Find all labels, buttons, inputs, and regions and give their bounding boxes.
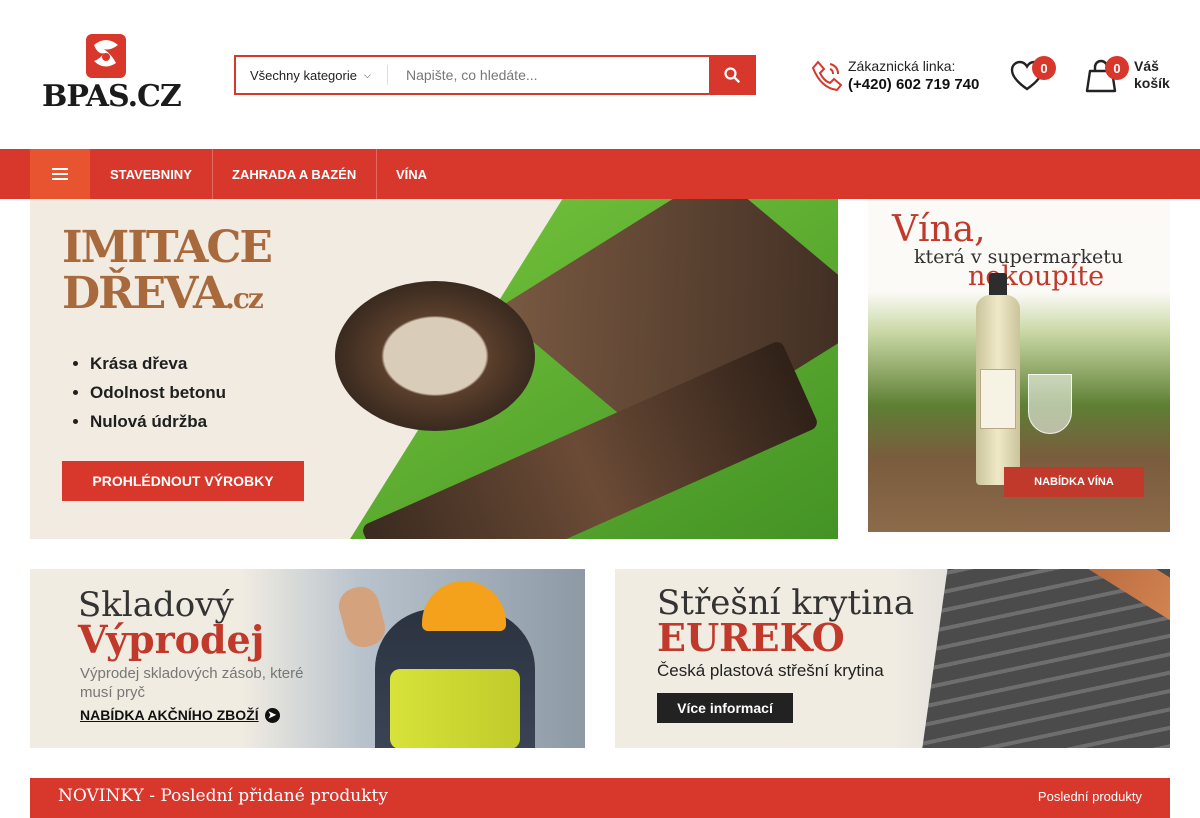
nav-item-stavebniny[interactable]: STAVEBNINY bbox=[110, 149, 192, 199]
hero-logo-line1: IMITACE bbox=[62, 222, 273, 273]
cart-button[interactable]: 0 bbox=[1083, 56, 1129, 94]
more-info-button[interactable]: Více informací bbox=[657, 693, 793, 723]
roof-description: Česká plastová střešní krytina bbox=[657, 661, 884, 680]
hero-wood-ring-image bbox=[335, 281, 535, 431]
sale-description: Výprodej skladových zásob, které musí pr… bbox=[80, 665, 304, 701]
nav-divider bbox=[212, 149, 213, 199]
search-icon bbox=[723, 67, 740, 83]
logo-text: BPAS.CZ bbox=[42, 79, 182, 114]
site-header: BPAS.CZ Všechny kategorie ⌵ Zákaznická l… bbox=[0, 0, 1200, 149]
cart-count-badge: 0 bbox=[1105, 56, 1129, 80]
wine-banner[interactable]: Vína, která v supermarketu nekoupíte NAB… bbox=[868, 199, 1170, 532]
logo-emblem-icon bbox=[86, 34, 126, 78]
hero-feature-item: Nulová údržba bbox=[90, 407, 226, 436]
sale-title-line2: Výprodej bbox=[78, 617, 265, 662]
hero-feature-list: Krása dřeva Odolnost betonu Nulová údržb… bbox=[90, 349, 226, 436]
phone-icon bbox=[811, 60, 843, 92]
worker-vest-image bbox=[390, 669, 520, 748]
wine-title-line1: Vína, bbox=[892, 209, 986, 250]
roofing-promo-banner[interactable]: Střešní krytina EUREKO Česká plastová st… bbox=[615, 569, 1170, 748]
site-logo[interactable]: BPAS.CZ bbox=[42, 33, 182, 115]
wishlist-count-badge: 0 bbox=[1032, 56, 1056, 80]
chevron-down-icon: ⌵ bbox=[363, 69, 371, 80]
wine-offer-button[interactable]: NABÍDKA VÍNA bbox=[1004, 467, 1144, 497]
hero-banner[interactable]: IMITACE DŘEVA.cz Krása dřeva Odolnost be… bbox=[30, 199, 838, 539]
category-select-label: Všechny kategorie bbox=[250, 67, 357, 83]
cart-label[interactable]: Váš košík bbox=[1134, 58, 1184, 92]
section-title: NOVINKY - Poslední přidané produkty bbox=[58, 786, 388, 806]
latest-products-link[interactable]: Poslední produkty bbox=[1038, 789, 1142, 804]
hamburger-icon bbox=[52, 168, 68, 180]
main-nav: STAVEBNINY ZAHRADA A BAZÉN VÍNA bbox=[0, 149, 1200, 199]
sale-offer-link-label: NABÍDKA AKČNÍHO ZBOŽÍ bbox=[80, 707, 259, 723]
arrow-right-circle-icon: ➤ bbox=[264, 707, 280, 723]
sale-offer-link[interactable]: NABÍDKA AKČNÍHO ZBOŽÍ ➤ bbox=[80, 707, 280, 723]
phone-label: Zákaznická linka: bbox=[848, 58, 956, 74]
hero-logo-line2: DŘEVA.cz bbox=[62, 268, 264, 319]
nav-item-vina[interactable]: VÍNA bbox=[396, 149, 427, 199]
search-button[interactable] bbox=[709, 57, 754, 93]
browse-products-button[interactable]: PROHLÉDNOUT VÝROBKY bbox=[62, 461, 304, 501]
search-input[interactable] bbox=[388, 57, 709, 93]
sale-promo-banner[interactable]: Skladový Výprodej Výprodej skladových zá… bbox=[30, 569, 585, 748]
wishlist-button[interactable]: 0 bbox=[1010, 56, 1056, 92]
menu-button[interactable] bbox=[30, 149, 90, 199]
hero-feature-item: Krása dřeva bbox=[90, 349, 226, 378]
wine-bottle-label-image bbox=[980, 369, 1016, 429]
hero-feature-item: Odolnost betonu bbox=[90, 378, 226, 407]
wine-glass-image bbox=[1028, 374, 1072, 434]
category-select[interactable]: Všechny kategorie ⌵ bbox=[236, 65, 388, 85]
search-bar: Všechny kategorie ⌵ bbox=[234, 55, 756, 95]
hero-brand-logo: IMITACE DŘEVA.cz bbox=[62, 222, 273, 322]
new-products-section-header: NOVINKY - Poslední přidané produkty Posl… bbox=[30, 778, 1170, 818]
nav-item-zahrada[interactable]: ZAHRADA A BAZÉN bbox=[232, 149, 356, 199]
roof-title-line2: EUREKO bbox=[657, 615, 845, 660]
phone-number[interactable]: (+420) 602 719 740 bbox=[848, 76, 979, 93]
nav-divider bbox=[376, 149, 377, 199]
worker-helmet-image bbox=[422, 581, 506, 631]
